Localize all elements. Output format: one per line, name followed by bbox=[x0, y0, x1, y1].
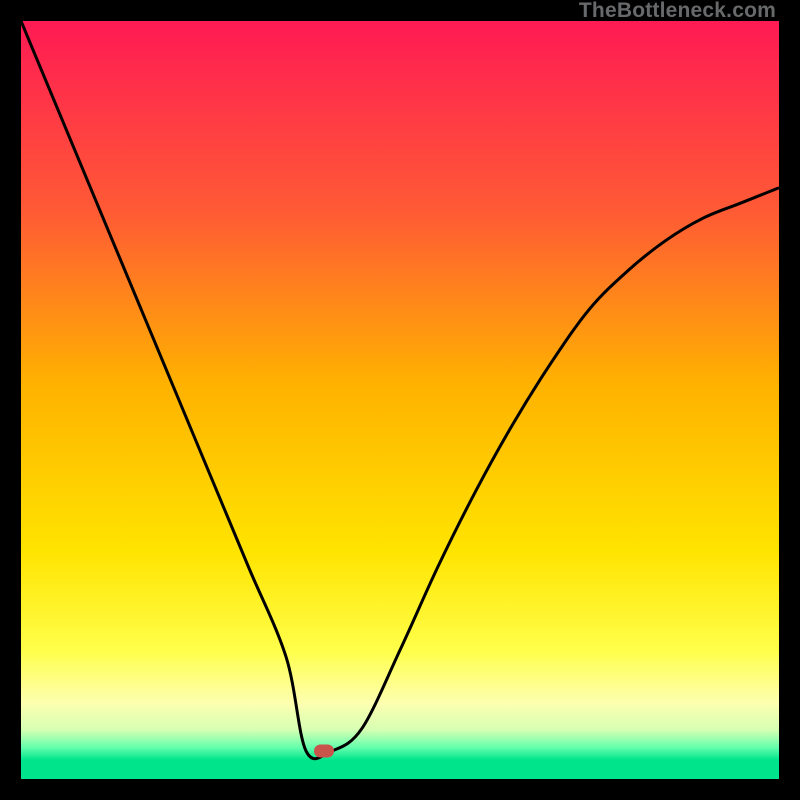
plot-area bbox=[21, 21, 779, 779]
watermark-text: TheBottleneck.com bbox=[579, 0, 776, 23]
bottleneck-curve bbox=[21, 21, 779, 779]
minimum-marker bbox=[314, 744, 334, 757]
